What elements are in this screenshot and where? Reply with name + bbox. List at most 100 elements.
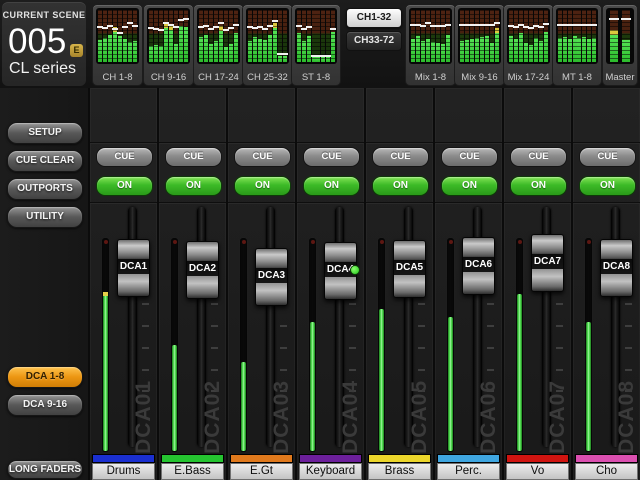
meter-bar (234, 10, 238, 62)
fader-scale-tick (625, 347, 632, 349)
sidebar-button-utility[interactable]: UTILITY (7, 206, 83, 228)
fader-knob[interactable]: DCA7 (531, 234, 564, 292)
meter-bar (118, 10, 122, 62)
channel-name[interactable]: E.Bass (161, 463, 224, 480)
on-button[interactable]: ON (96, 176, 153, 196)
meter-box-mix-17-24[interactable]: Mix 17-24 (503, 4, 554, 86)
meter-bar (123, 10, 127, 62)
meter-bar (263, 10, 267, 62)
meter-box-mix-1-8[interactable]: Mix 1-8 (405, 4, 456, 86)
channel-name[interactable]: Perc. (437, 463, 500, 480)
meter-box-label: CH 1-8 (93, 72, 142, 83)
channel-name[interactable]: Keyboard (299, 463, 362, 480)
channel-strip-dca06: CUE ON DCA06 DCA6 Perc. (435, 88, 502, 480)
strip-id-label: DCA06 (477, 380, 501, 454)
meter-bar (519, 10, 523, 62)
channel-name[interactable]: Brass (368, 463, 431, 480)
meter-bar (436, 10, 440, 62)
fader-knob[interactable]: DCA3 (255, 248, 288, 306)
on-button[interactable]: ON (441, 176, 498, 196)
strip-divider (297, 202, 364, 204)
scene-number: 005 (8, 22, 66, 62)
on-button[interactable]: ON (165, 176, 222, 196)
strip-id-label: DCA08 (615, 380, 639, 454)
meter-bar (248, 10, 252, 62)
meter-box-st-1-8[interactable]: ST 1-8 (291, 4, 341, 86)
current-scene-panel[interactable]: CURRENT SCENE 005 E CL series (2, 2, 86, 86)
on-button[interactable]: ON (303, 176, 360, 196)
on-button[interactable]: ON (372, 176, 429, 196)
strip-divider (228, 202, 295, 204)
meter-box-mt-1-8[interactable]: MT 1-8 (552, 4, 602, 86)
cue-button[interactable]: CUE (510, 147, 567, 167)
sidebar-button-cue-clear[interactable]: CUE CLEAR (7, 150, 83, 172)
cue-button[interactable]: CUE (96, 147, 153, 167)
fader-knob[interactable]: DCA6 (462, 237, 495, 295)
fader-bank-button-dca-1-8[interactable]: DCA 1-8 (7, 366, 83, 388)
channel-color-bar (506, 454, 569, 463)
sidebar-button-setup[interactable]: SETUP (7, 122, 83, 144)
meter-bar (582, 10, 586, 62)
on-button[interactable]: ON (510, 176, 567, 196)
fader-scale-tick (142, 325, 149, 327)
meter-bar (154, 10, 158, 62)
meter-bar (485, 10, 489, 62)
fader-knob-label: DCA1 (118, 259, 149, 274)
cue-button[interactable]: CUE (234, 147, 291, 167)
level-meter (240, 238, 247, 452)
meter-bar (446, 10, 450, 62)
fader-knob[interactable]: DCA1 (117, 239, 150, 297)
meter-bar (563, 10, 567, 62)
channel-color-bar (575, 454, 638, 463)
fader-bank-button-dca-9-16[interactable]: DCA 9-16 (7, 394, 83, 416)
cue-button[interactable]: CUE (441, 147, 498, 167)
meter-box-master[interactable]: Master (602, 4, 638, 86)
meter-bar (214, 10, 218, 62)
fader-knob[interactable]: DCA5 (393, 240, 426, 298)
meter-box-label: ST 1-8 (292, 72, 340, 83)
meter-box-mix-9-16[interactable]: Mix 9-16 (454, 4, 505, 86)
level-meter (516, 238, 523, 452)
channel-name[interactable]: Drums (92, 463, 155, 480)
fader-knob[interactable]: DCA8 (600, 239, 633, 297)
strip-divider (573, 202, 640, 204)
meter-box-ch-1-8[interactable]: CH 1-8 (92, 4, 143, 86)
fader-scale-tick (349, 369, 356, 371)
fader-scale-tick (556, 325, 563, 327)
meter-bar (204, 10, 208, 62)
fader-scale-tick (556, 347, 563, 349)
channel-name[interactable]: Cho (575, 463, 638, 480)
fader-scale-tick (487, 325, 494, 327)
meter-bar (490, 10, 494, 62)
meter-bar (229, 10, 233, 62)
channel-name[interactable]: E.Gt (230, 463, 293, 480)
meter-bar (159, 10, 163, 62)
fader-scale-tick (142, 369, 149, 371)
meter-bar (103, 10, 107, 62)
meter-bar (297, 10, 301, 62)
long-faders-button[interactable]: LONG FADERS (7, 460, 83, 479)
cue-button[interactable]: CUE (303, 147, 360, 167)
channel-name[interactable]: Vo (506, 463, 569, 480)
cue-button[interactable]: CUE (579, 147, 636, 167)
fader-scale-tick (556, 303, 563, 305)
cue-button[interactable]: CUE (165, 147, 222, 167)
meter-bar (253, 10, 257, 62)
level-meter (447, 238, 454, 452)
fader-strips: CUEONDCA01DCA1DrumsCUEONDCA02DCA2E.BassC… (88, 88, 640, 480)
on-button[interactable]: ON (579, 176, 636, 196)
meter-box-ch-9-16[interactable]: CH 9-16 (143, 4, 194, 86)
meter-box-label: Mix 9-16 (455, 72, 504, 83)
layer-button-ch33-72[interactable]: CH33-72 (346, 31, 402, 51)
channel-color-bar (92, 454, 155, 463)
console-series-label: CL series (9, 60, 76, 78)
layer-button-ch1-32[interactable]: CH1-32 (346, 8, 402, 28)
fader-knob[interactable]: DCA2 (186, 241, 219, 299)
cue-button[interactable]: CUE (372, 147, 429, 167)
meter-box-ch-25-32[interactable]: CH 25-32 (242, 4, 293, 86)
fader-knob[interactable]: DCA4 (324, 242, 357, 300)
meter-box-ch-17-24[interactable]: CH 17-24 (193, 4, 244, 86)
meter-bar (573, 10, 577, 62)
sidebar-button-outports[interactable]: OUTPORTS (7, 178, 83, 200)
on-button[interactable]: ON (234, 176, 291, 196)
